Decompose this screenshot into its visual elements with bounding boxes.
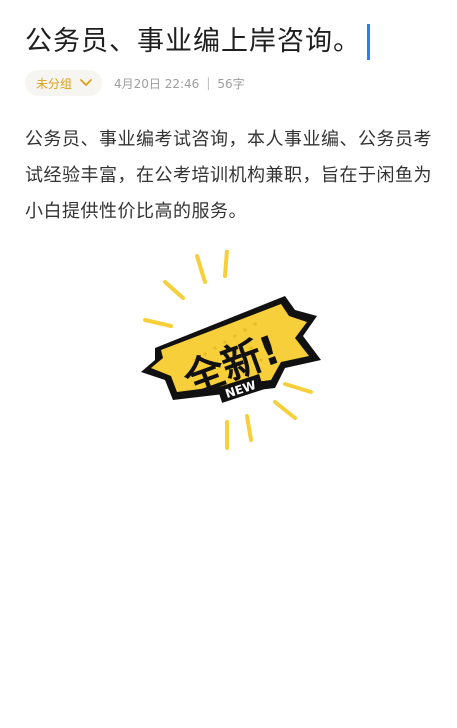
group-selector-button[interactable]: 未分组 bbox=[25, 70, 103, 96]
note-meta-row: 未分组 4月20日 22:46 | 56字 bbox=[25, 70, 245, 96]
meta-separator: | bbox=[206, 76, 211, 90]
group-label: 未分组 bbox=[36, 76, 73, 91]
new-badge-sticker-icon: 全新! NEW bbox=[141, 250, 321, 450]
note-timestamp: 4月20日 22:46 bbox=[114, 76, 200, 91]
character-count: 56字 bbox=[217, 76, 245, 91]
note-title[interactable]: 公务员、事业编上岸咨询。 bbox=[25, 23, 361, 61]
note-title-row[interactable]: 公务员、事业编上岸咨询。 bbox=[25, 22, 435, 62]
text-cursor bbox=[367, 24, 370, 60]
chevron-down-icon bbox=[80, 79, 92, 86]
note-body-text[interactable]: 公务员、事业编考试咨询，本人事业编、公务员考试经验丰富，在公考培训机构兼职，旨在… bbox=[25, 122, 437, 230]
